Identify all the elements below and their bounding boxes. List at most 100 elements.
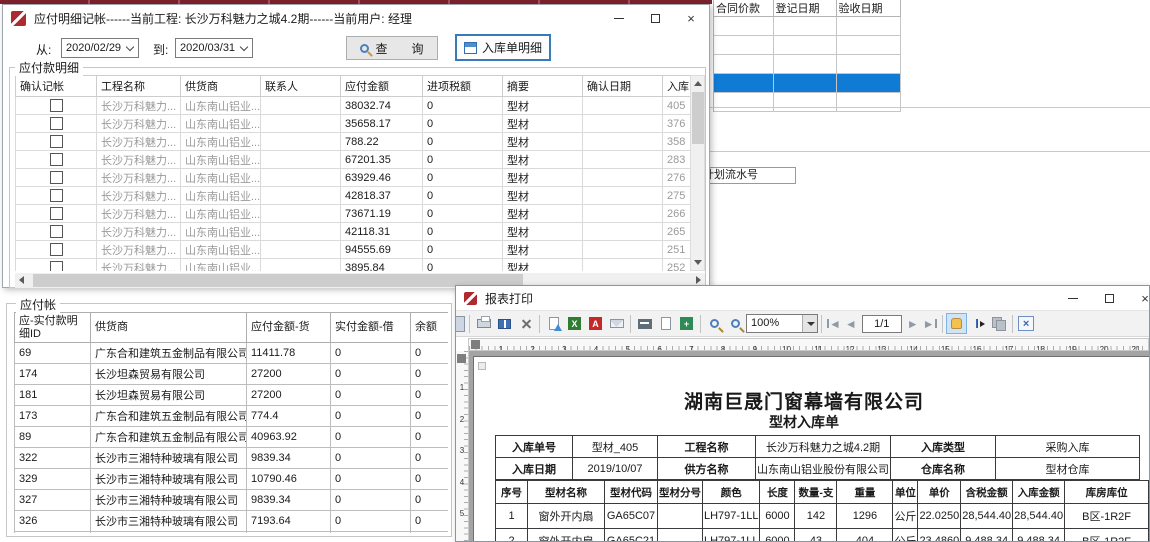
table-row[interactable]: 长沙万科魅力... 山东南山铝业... 38032.74 0 型材 405	[16, 97, 691, 115]
cell-confirm-date[interactable]	[583, 97, 663, 115]
cell-supplier[interactable]: 长沙市三湘特种玻璃有限公司	[91, 448, 247, 469]
grid-column-header[interactable]: 供货商	[181, 76, 261, 97]
cell-contact[interactable]	[261, 115, 341, 133]
grid-column-header[interactable]: 应付金额-货	[247, 313, 331, 343]
table-row[interactable]	[714, 93, 900, 112]
confirm-checkbox[interactable]	[50, 243, 63, 256]
confirm-checkbox[interactable]	[50, 171, 63, 184]
cell-id[interactable]: 329	[15, 469, 91, 490]
cell-paid-amount[interactable]: 0	[331, 385, 411, 406]
cell-supplier[interactable]: 长沙市三湘特种玻璃有限公司	[91, 469, 247, 490]
confirm-checkbox[interactable]	[50, 153, 63, 166]
grid-column-header[interactable]: 入库	[663, 76, 691, 97]
grid-column-header[interactable]: 应-实付款明细ID	[15, 313, 91, 343]
confirm-checkbox[interactable]	[50, 189, 63, 202]
cell-contact[interactable]	[261, 259, 341, 272]
grid-column-header[interactable]: 供货商	[91, 313, 247, 343]
cell-payable-amount[interactable]: 27200	[247, 364, 331, 385]
cell-supplier[interactable]: 山东南山铝业...	[181, 241, 261, 259]
cell-supplier[interactable]: 长沙市三湘特种玻璃有限公司	[91, 532, 247, 534]
confirm-checkbox[interactable]	[50, 99, 63, 112]
page-number-input[interactable]: 1/1	[862, 315, 902, 333]
table-row[interactable]: 长沙万科魅力... 山东南山铝业... 94555.69 0 型材 251	[16, 241, 691, 259]
cell-paid-amount[interactable]: 0	[331, 427, 411, 448]
export-excel-button[interactable]: X	[564, 313, 585, 334]
cell-confirm-date[interactable]	[583, 133, 663, 151]
cell-payable-amount[interactable]: 9839.34	[247, 490, 331, 511]
table-row[interactable]: 长沙万科魅力... 山东南山铝业... 3895.84 0 型材 252	[16, 259, 691, 272]
cell-inbound-no[interactable]: 376	[663, 115, 691, 133]
cell-confirm-date[interactable]	[583, 187, 663, 205]
cell-confirm-date[interactable]	[583, 259, 663, 272]
cell-project[interactable]: 长沙万科魅力...	[97, 241, 181, 259]
table-row[interactable]: 327 长沙市三湘特种玻璃有限公司 9839.34 0 0	[15, 490, 449, 511]
cell-supplier[interactable]: 山东南山铝业...	[181, 259, 261, 272]
cell-supplier[interactable]: 山东南山铝业...	[181, 205, 261, 223]
table-row[interactable]	[714, 36, 900, 55]
cell-id[interactable]	[15, 532, 91, 534]
cell-amount[interactable]: 67201.35	[341, 151, 423, 169]
cell-inbound-no[interactable]: 283	[663, 151, 691, 169]
inbound-detail-button[interactable]: 入库单明细	[455, 34, 551, 61]
cell-balance[interactable]: 0	[411, 364, 449, 385]
cell-confirm-date[interactable]	[583, 169, 663, 187]
cell-supplier[interactable]: 广东合和建筑五金制品有限公司	[91, 343, 247, 364]
cell-contact[interactable]	[261, 223, 341, 241]
cell-amount[interactable]: 42818.37	[341, 187, 423, 205]
cell-contact[interactable]	[261, 151, 341, 169]
options-button[interactable]	[515, 313, 536, 334]
cell-project[interactable]: 长沙万科魅力...	[97, 97, 181, 115]
preview-canvas[interactable]: 湖南巨晟门窗幕墙有限公司 型材入库单 入库单号 型材_405	[469, 351, 1149, 541]
cell-project[interactable]: 长沙万科魅力...	[97, 151, 181, 169]
cell-tax[interactable]: 0	[423, 169, 503, 187]
cell-payable-amount[interactable]: 11411.78	[247, 343, 331, 364]
minimize-button[interactable]	[1055, 286, 1091, 310]
cell-payable-amount[interactable]: 27200	[247, 385, 331, 406]
table-row[interactable]: 长沙万科魅力... 山东南山铝业... 35658.17 0 型材 376	[16, 115, 691, 133]
scroll-left-icon[interactable]	[19, 276, 24, 284]
cell-id[interactable]: 173	[15, 406, 91, 427]
cell-payable-amount[interactable]	[247, 532, 331, 534]
table-row[interactable]: 长沙万科魅力... 山东南山铝业... 42818.37 0 型材 275	[16, 187, 691, 205]
table-row[interactable]: 长沙万科魅力... 山东南山铝业... 788.22 0 型材 358	[16, 133, 691, 151]
cell-amount[interactable]: 42118.31	[341, 223, 423, 241]
from-date-select[interactable]: 2020/02/29	[61, 38, 139, 58]
cell-tax[interactable]: 0	[423, 97, 503, 115]
cell-confirm-date[interactable]	[583, 205, 663, 223]
cell-amount[interactable]: 3895.84	[341, 259, 423, 272]
cell-summary[interactable]: 型材	[503, 151, 583, 169]
table-row[interactable]: 长沙市三湘特种玻璃有限公司	[15, 532, 449, 534]
confirm-checkbox[interactable]	[50, 207, 63, 220]
cell-balance[interactable]: 0	[411, 490, 449, 511]
table-row[interactable]: 89 广东合和建筑五金制品有限公司 40963.92 0 0	[15, 427, 449, 448]
cell-supplier[interactable]: 山东南山铝业...	[181, 187, 261, 205]
table-row[interactable]: 326 长沙市三湘特种玻璃有限公司 7193.64 0 0	[15, 511, 449, 532]
scrollbar-thumb[interactable]	[692, 92, 704, 144]
zoom-out-button[interactable]	[725, 313, 746, 334]
cell-inbound-no[interactable]: 276	[663, 169, 691, 187]
cell-balance[interactable]: 0	[411, 385, 449, 406]
maximize-button[interactable]	[1091, 286, 1127, 310]
cell-paid-amount[interactable]	[331, 532, 411, 534]
cell-summary[interactable]: 型材	[503, 205, 583, 223]
cell-paid-amount[interactable]: 0	[331, 511, 411, 532]
cell-amount[interactable]: 63929.46	[341, 169, 423, 187]
cell-amount[interactable]: 94555.69	[341, 241, 423, 259]
query-button[interactable]: 查 询	[346, 36, 438, 60]
cell-project[interactable]: 长沙万科魅力...	[97, 133, 181, 151]
close-button[interactable]: ×	[1127, 286, 1150, 310]
to-date-select[interactable]: 2020/03/31	[175, 38, 253, 58]
cell-balance[interactable]: 0	[411, 406, 449, 427]
minimize-button[interactable]	[601, 5, 637, 31]
cell-amount[interactable]: 788.22	[341, 133, 423, 151]
cell-id[interactable]: 326	[15, 511, 91, 532]
cell-summary[interactable]: 型材	[503, 241, 583, 259]
cell-supplier[interactable]: 山东南山铝业...	[181, 133, 261, 151]
cell-project[interactable]: 长沙万科魅力...	[97, 259, 181, 272]
table-row[interactable]: 长沙万科魅力... 山东南山铝业... 42118.31 0 型材 265	[16, 223, 691, 241]
cell-id[interactable]: 181	[15, 385, 91, 406]
cell-tax[interactable]: 0	[423, 151, 503, 169]
close-button[interactable]: ×	[673, 5, 709, 31]
vertical-scrollbar[interactable]	[690, 75, 705, 271]
scroll-right-icon[interactable]	[696, 276, 701, 284]
